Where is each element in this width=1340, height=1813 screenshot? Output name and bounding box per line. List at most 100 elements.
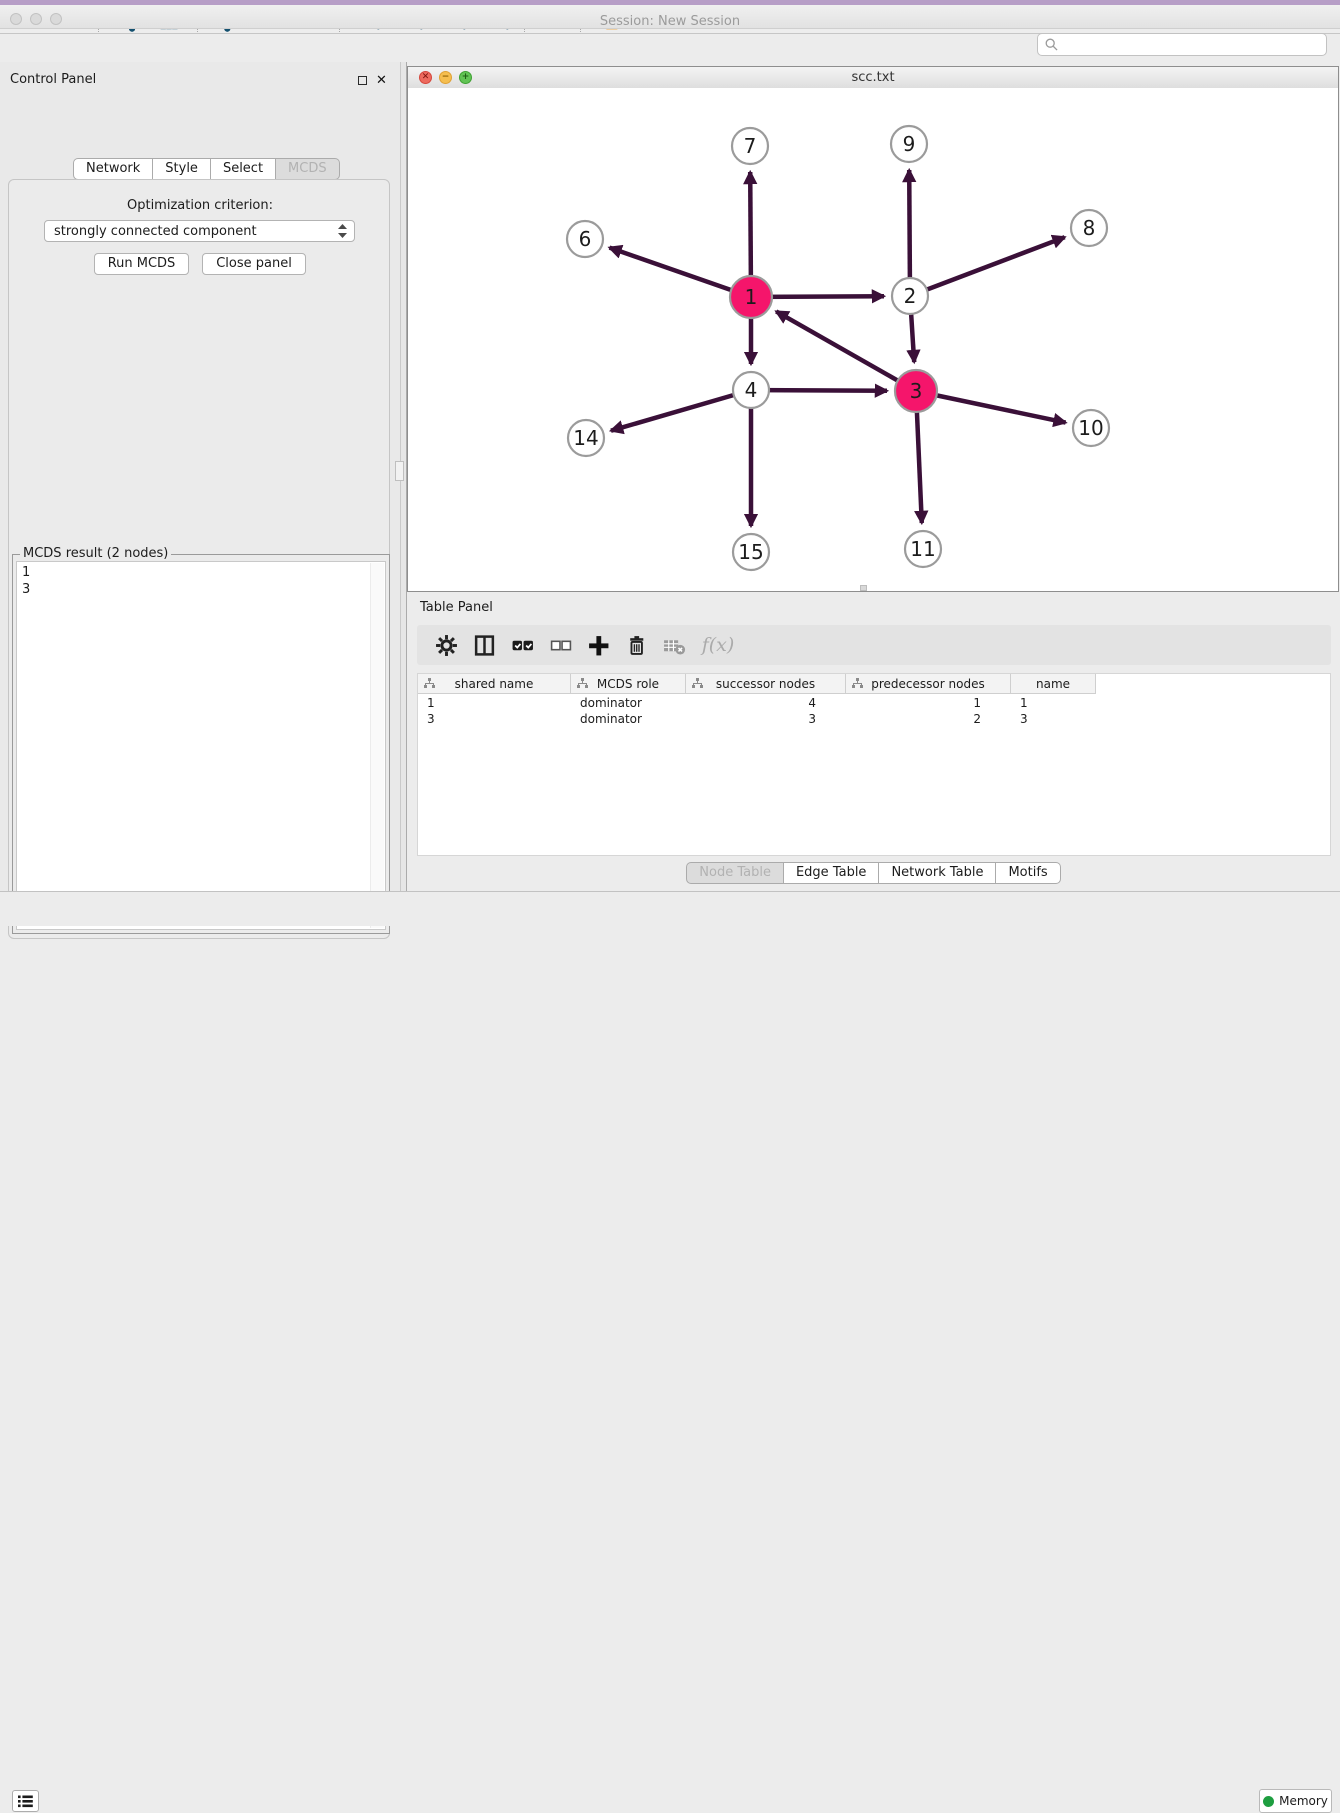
graph-node-label-3: 3 [910, 379, 923, 403]
graph-node-label-2: 2 [904, 284, 917, 308]
tab-edge-table[interactable]: Edge Table [784, 862, 879, 884]
float-panel-icon[interactable] [358, 76, 367, 85]
cell-name[interactable]: 3 [1011, 711, 1096, 727]
search-icon [1045, 38, 1058, 51]
graph-canvas-svg: 7 9 6 8 1 2 4 3 14 10 15 11 [408, 88, 1338, 591]
column-label: shared name [455, 677, 534, 691]
graph-edge-3-1[interactable] [776, 311, 916, 391]
network-view-title: scc.txt [408, 70, 1338, 85]
criterion-value: strongly connected component [54, 224, 337, 239]
graph-node-label-6: 6 [579, 227, 592, 251]
window-titlebar: Session: New Session [0, 5, 1340, 29]
optimization-criterion-label: Optimization criterion: [0, 198, 400, 213]
clear-table-icon [662, 633, 686, 657]
search-input[interactable] [1063, 37, 1326, 53]
cell-shared-name[interactable]: 3 [418, 711, 571, 727]
network-window-titlebar: ✕ − + scc.txt [408, 67, 1338, 89]
close-panel-icon[interactable]: ✕ [376, 75, 387, 86]
column-label: name [1036, 677, 1070, 691]
graph-node-label-15: 15 [738, 540, 763, 564]
mcds-result-textarea[interactable]: 13 [16, 561, 386, 930]
mcds-result-group: MCDS result (2 nodes) 13 [12, 554, 390, 934]
tab-mcds[interactable]: MCDS [276, 158, 340, 180]
memory-label: Memory [1279, 1794, 1328, 1808]
node-table[interactable]: shared name MCDS role successor nodes prede… [417, 673, 1331, 856]
table-tabs: Node TableEdge TableNetwork TableMotifs [407, 860, 1340, 886]
table-row-2[interactable]: 3dominator323 [418, 711, 1096, 727]
graph-edge-1-6[interactable] [610, 248, 752, 297]
network-view-window: ✕ − + scc.txt 7 9 6 8 1 2 4 3 14 10 15 11 [407, 66, 1339, 592]
select-all-columns-icon[interactable] [510, 633, 534, 657]
run-mcds-button[interactable]: Run MCDS [94, 253, 189, 275]
column-panel-icon[interactable] [472, 633, 496, 657]
graph-node-label-8: 8 [1083, 216, 1096, 240]
tab-select[interactable]: Select [211, 158, 276, 180]
graph-edge-2-8[interactable] [910, 237, 1065, 296]
mcds-result-line: 3 [22, 581, 380, 598]
table-row-1[interactable]: 1dominator411 [418, 695, 1096, 711]
tab-node-table[interactable]: Node Table [686, 862, 784, 884]
table-toolbar: f(x) [417, 625, 1331, 665]
splitter-handle[interactable] [395, 461, 404, 481]
cell-MCDS-role[interactable]: dominator [571, 695, 686, 711]
close-panel-button[interactable]: Close panel [202, 253, 306, 275]
mcds-result-line: 1 [22, 564, 380, 581]
graph-node-label-9: 9 [903, 132, 916, 156]
column-label: successor nodes [716, 677, 815, 691]
cell-MCDS-role[interactable]: dominator [571, 711, 686, 727]
network-canvas[interactable]: 7 9 6 8 1 2 4 3 14 10 15 11 [408, 88, 1338, 591]
tab-motifs[interactable]: Motifs [996, 862, 1060, 884]
control-panel-window-buttons: ✕ [358, 75, 387, 86]
delete-column-icon[interactable] [624, 633, 648, 657]
graph-node-label-10: 10 [1078, 416, 1103, 440]
table-panel-title: Table Panel [420, 600, 493, 615]
column-header-successor-nodes[interactable]: successor nodes [686, 674, 846, 693]
tab-style[interactable]: Style [153, 158, 211, 180]
cell-successor-nodes[interactable]: 4 [686, 695, 846, 711]
column-label: MCDS role [597, 677, 659, 691]
show-console-button[interactable] [12, 1790, 39, 1812]
add-column-icon[interactable] [586, 633, 610, 657]
graph-node-label-1: 1 [745, 285, 758, 309]
graph-node-label-11: 11 [910, 537, 935, 561]
unselect-all-columns-icon[interactable] [548, 633, 572, 657]
function-builder-icon: f(x) [700, 633, 736, 657]
graph-node-label-14: 14 [573, 426, 598, 450]
mcds-result-legend: MCDS result (2 nodes) [20, 546, 171, 561]
memory-status-icon [1263, 1796, 1274, 1807]
canvas-resize-handle[interactable] [860, 585, 867, 591]
cell-successor-nodes[interactable]: 3 [686, 711, 846, 727]
graph-node-label-7: 7 [744, 134, 757, 158]
window-title: Session: New Session [0, 14, 1340, 29]
cell-name[interactable]: 1 [1011, 695, 1096, 711]
table-panel: Table Panel ✕ f(x) shared nameMCDS roles… [407, 592, 1340, 891]
table-settings-icon[interactable] [434, 633, 458, 657]
control-panel: Control Panel ✕ NetworkStyleSelectMCDS O… [0, 62, 400, 891]
chevron-up-down-icon [337, 223, 348, 239]
cell-shared-name[interactable]: 1 [418, 695, 571, 711]
tab-network-table[interactable]: Network Table [879, 862, 996, 884]
column-header-MCDS-role[interactable]: MCDS role [571, 674, 686, 693]
control-panel-title: Control Panel [10, 72, 96, 87]
graph-edge-4-14[interactable] [611, 390, 751, 431]
memory-button[interactable]: Memory [1259, 1789, 1332, 1813]
list-icon [17, 1794, 34, 1809]
status-bar: Memory [0, 891, 1340, 926]
graph-edge-4-3[interactable] [751, 390, 887, 391]
search-box[interactable] [1037, 33, 1327, 56]
column-header-name[interactable]: name [1011, 674, 1096, 693]
control-panel-tabs: NetworkStyleSelectMCDS [73, 158, 340, 180]
graph-edge-3-10[interactable] [916, 391, 1066, 423]
table-header-row: shared name MCDS role successor nodes prede… [418, 674, 1096, 694]
result-scrollbar[interactable] [370, 563, 384, 928]
mcds-result-lines: 13 [17, 562, 385, 600]
cell-predecessor-nodes[interactable]: 2 [846, 711, 1011, 727]
column-label: predecessor nodes [871, 677, 984, 691]
cell-predecessor-nodes[interactable]: 1 [846, 695, 1011, 711]
column-header-predecessor-nodes[interactable]: predecessor nodes [846, 674, 1011, 693]
criterion-select[interactable]: strongly connected component [44, 220, 355, 242]
application-window: Session: New Session Control Panel ✕ Net… [0, 0, 1340, 926]
tab-network[interactable]: Network [73, 158, 153, 180]
graph-node-label-4: 4 [745, 378, 758, 402]
column-header-shared-name[interactable]: shared name [418, 674, 571, 693]
